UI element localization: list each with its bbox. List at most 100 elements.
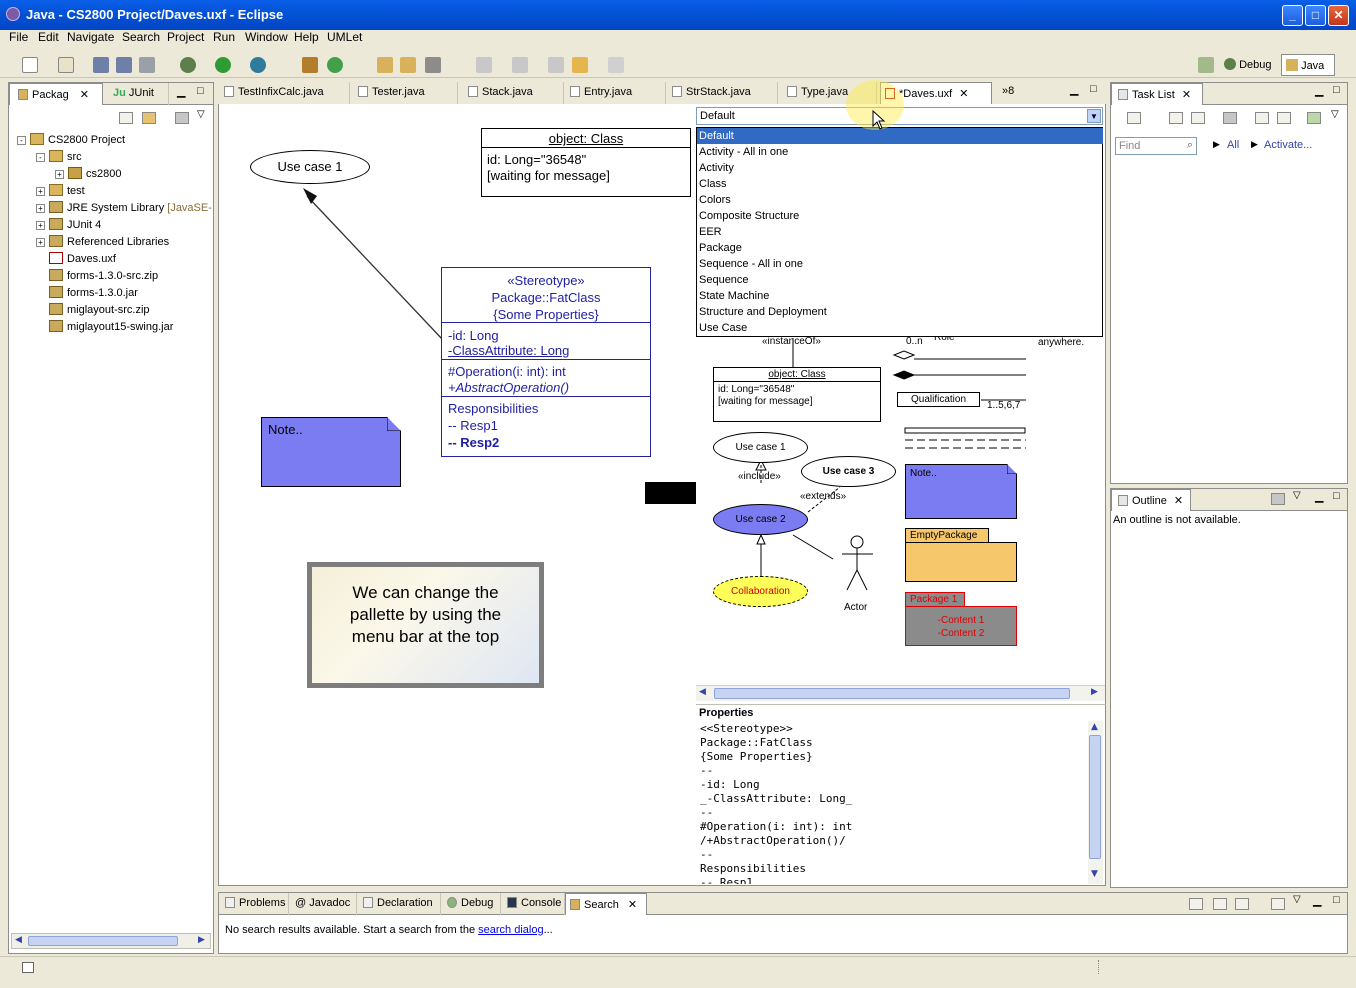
- new-java-project-icon[interactable]: [302, 57, 318, 73]
- last-edit-icon[interactable]: [548, 57, 564, 73]
- close-icon[interactable]: ✕: [1182, 89, 1191, 101]
- scrollbar-thumb[interactable]: [714, 688, 1070, 699]
- debug-icon[interactable]: [180, 57, 196, 73]
- expand-icon[interactable]: +: [36, 238, 45, 247]
- search-history-icon[interactable]: [1235, 898, 1249, 910]
- properties-text[interactable]: <<Stereotype>> Package::FatClass {Some P…: [700, 722, 1088, 884]
- tree-item-forms-jar[interactable]: forms-1.3.0.jar: [49, 286, 138, 302]
- filter-icon[interactable]: [1271, 493, 1285, 505]
- close-icon[interactable]: ✕: [80, 89, 89, 101]
- link-with-editor-icon[interactable]: [142, 112, 156, 124]
- tree-item-cs2800[interactable]: + cs2800: [55, 167, 121, 183]
- synchronize-icon[interactable]: [1307, 112, 1321, 124]
- view-menu-icon[interactable]: ▽: [1293, 490, 1301, 501]
- expand-icon[interactable]: +: [36, 187, 45, 196]
- maximize-view-icon[interactable]: □: [1333, 84, 1340, 96]
- refresh-icon[interactable]: [1189, 898, 1203, 910]
- note-element[interactable]: Note..: [261, 417, 401, 487]
- save-icon[interactable]: [93, 57, 109, 73]
- palette-package1-body[interactable]: -Content 1 -Content 2: [905, 606, 1017, 646]
- new-task-icon[interactable]: [1127, 112, 1141, 124]
- tab-task-list[interactable]: Task List ✕: [1111, 83, 1203, 105]
- properties-vscrollbar[interactable]: ▲ ▼: [1088, 721, 1103, 884]
- prev-annotation-icon[interactable]: [512, 57, 528, 73]
- tab-search[interactable]: Search ✕: [565, 893, 647, 915]
- new-wizard-icon[interactable]: [58, 57, 74, 73]
- activate-link[interactable]: Activate...: [1264, 139, 1312, 151]
- palette-option-default[interactable]: Default: [697, 128, 1103, 144]
- minimize-button[interactable]: _: [1282, 5, 1303, 26]
- view-menu-icon[interactable]: ▽: [1331, 109, 1339, 120]
- scroll-down-icon[interactable]: ▼: [1091, 869, 1098, 879]
- run-icon[interactable]: [215, 57, 231, 73]
- fat-class-box[interactable]: «Stereotype» Package::FatClass {Some Pro…: [441, 267, 651, 457]
- palette-option-composite[interactable]: Composite Structure: [697, 208, 1103, 224]
- perspective-java[interactable]: Java: [1281, 54, 1335, 76]
- maximize-view-icon[interactable]: □: [1333, 490, 1340, 502]
- tree-item-jre[interactable]: + JRE System Library [JavaSE-: [36, 201, 212, 217]
- menu-edit[interactable]: Edit: [38, 30, 59, 44]
- categorized-icon[interactable]: [1169, 112, 1183, 124]
- tab-debug[interactable]: Debug: [443, 893, 501, 915]
- palette-option-use-case[interactable]: Use Case: [697, 320, 1103, 336]
- expand-icon[interactable]: +: [55, 170, 64, 179]
- tree-item-src[interactable]: - src: [36, 150, 82, 166]
- menu-file[interactable]: File: [9, 30, 28, 44]
- tab-package-explorer[interactable]: Packag ✕: [9, 83, 103, 105]
- palette-option-structure[interactable]: Structure and Deployment: [697, 304, 1103, 320]
- view-menu-icon[interactable]: ▽: [197, 109, 205, 120]
- palette-option-sequence-all[interactable]: Sequence - All in one: [697, 256, 1103, 272]
- minimize-view-icon[interactable]: ▁: [177, 85, 185, 98]
- perspective-debug[interactable]: Debug: [1220, 55, 1278, 75]
- maximize-view-icon[interactable]: □: [197, 85, 204, 97]
- tab-console[interactable]: Console: [503, 893, 565, 915]
- diagram-canvas[interactable]: Use case 1 object: Class id: Long="36548…: [218, 104, 715, 886]
- tree-item-miglayout-jar[interactable]: miglayout15-swing.jar: [49, 320, 173, 336]
- expand-icon[interactable]: +: [36, 221, 45, 230]
- task-find-input[interactable]: Find ⌕: [1115, 137, 1197, 155]
- print-icon[interactable]: [139, 57, 155, 73]
- palette-option-state-machine[interactable]: State Machine: [697, 288, 1103, 304]
- scheduled-icon[interactable]: [1191, 112, 1205, 124]
- tree-item-junit4[interactable]: + JUnit 4: [36, 218, 101, 234]
- minimize-view-icon[interactable]: ▁: [1313, 894, 1321, 907]
- back-icon[interactable]: [572, 57, 588, 73]
- tab-junit[interactable]: Ju JUnit: [109, 83, 169, 105]
- close-icon[interactable]: ✕: [959, 88, 968, 100]
- menu-run[interactable]: Run: [213, 30, 235, 44]
- collapse-all-icon[interactable]: [1277, 112, 1291, 124]
- tab-problems[interactable]: Problems: [221, 893, 289, 915]
- search-dialog-link[interactable]: search dialog: [478, 924, 543, 936]
- scrollbar-thumb[interactable]: [1089, 735, 1101, 859]
- palette-qualification[interactable]: Qualification: [897, 392, 980, 407]
- palette-note[interactable]: Note..: [905, 464, 1017, 519]
- palette-option-eer[interactable]: EER: [697, 224, 1103, 240]
- tab-strstack[interactable]: StrStack.java: [668, 82, 778, 104]
- palette-use-case-1[interactable]: Use case 1: [713, 432, 808, 463]
- palette-option-sequence[interactable]: Sequence: [697, 272, 1103, 288]
- maximize-button[interactable]: □: [1305, 5, 1326, 26]
- tree-item-referenced-libraries[interactable]: + Referenced Libraries: [36, 235, 169, 251]
- all-link[interactable]: All: [1227, 139, 1239, 151]
- scroll-left-icon[interactable]: ◀: [699, 687, 706, 697]
- tab-testinfixcalc[interactable]: TestInfixCalc.java: [220, 82, 350, 104]
- filter-icon[interactable]: [1223, 112, 1237, 124]
- scroll-right-icon[interactable]: ▶: [198, 935, 205, 945]
- tab-tester[interactable]: Tester.java: [354, 82, 458, 104]
- forward-icon[interactable]: [608, 57, 624, 73]
- collapse-icon[interactable]: -: [17, 136, 26, 145]
- collapse-icon[interactable]: -: [36, 153, 45, 162]
- menu-search[interactable]: Search: [122, 30, 160, 44]
- search-tool-icon[interactable]: [425, 57, 441, 73]
- minimize-view-icon[interactable]: ▁: [1315, 84, 1323, 97]
- menu-umlet[interactable]: UMLet: [327, 30, 362, 44]
- menu-help[interactable]: Help: [294, 30, 319, 44]
- palette-option-class[interactable]: Class: [697, 176, 1103, 192]
- scroll-right-icon[interactable]: ▶: [1091, 687, 1098, 697]
- menu-window[interactable]: Window: [245, 30, 288, 44]
- scroll-left-icon[interactable]: ◀: [15, 935, 22, 945]
- external-tools-icon[interactable]: [250, 57, 266, 73]
- next-annotation-icon[interactable]: [476, 57, 492, 73]
- close-icon[interactable]: ✕: [1174, 495, 1183, 507]
- pin-icon[interactable]: [1271, 898, 1285, 910]
